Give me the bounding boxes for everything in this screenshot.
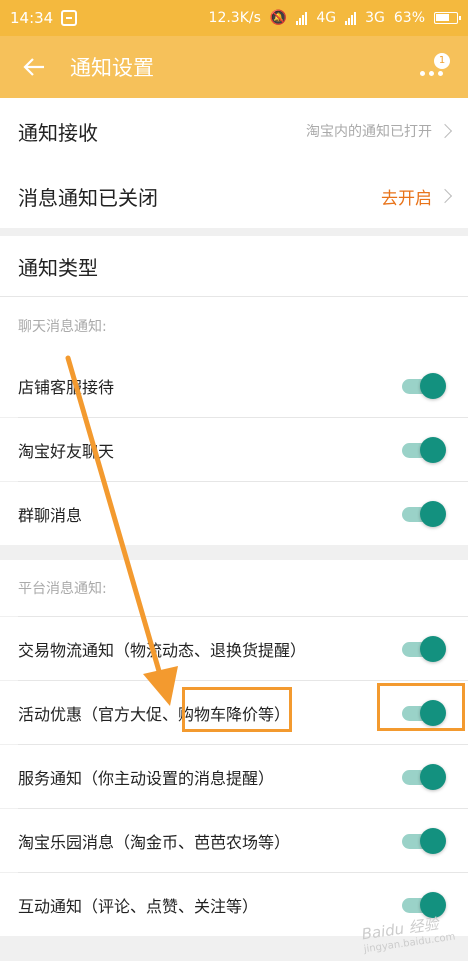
item-label: 淘宝乐园消息（淘金币、芭芭农场等） — [18, 832, 291, 852]
toggle-switch[interactable] — [402, 500, 446, 527]
list-item: 服务通知（你主动设置的消息提醒） — [0, 745, 468, 808]
more-menu-button[interactable]: 1 — [416, 49, 452, 85]
status-right: 12.3K/s 🔕 4G 3G 63% — [208, 10, 461, 26]
page-title: 通知设置 — [70, 56, 154, 80]
toggle-switch[interactable] — [402, 827, 446, 854]
list-item: 交易物流通知（物流动态、退换货提醒） — [0, 617, 468, 680]
back-arrow-icon[interactable] — [12, 45, 56, 89]
item-label: 群聊消息 — [18, 505, 83, 525]
network-speed: 12.3K/s — [208, 10, 261, 26]
item-label: 交易物流通知（物流动态、退换货提醒） — [18, 640, 307, 660]
toggle-thumb — [420, 699, 446, 726]
cell-signal-icon — [345, 11, 357, 25]
toggle-switch[interactable] — [402, 372, 446, 399]
more-dots-icon — [420, 71, 443, 76]
notification-badge: 1 — [434, 53, 450, 69]
notification-receive-row[interactable]: 通知接收 淘宝内的通知已打开 — [0, 98, 468, 164]
list-item: 活动优惠（官方大促、购物车降价等） — [0, 681, 468, 744]
battery-percent: 63% — [393, 10, 425, 26]
platform-section-title: 平台消息通知: — [18, 581, 107, 597]
toggle-thumb — [420, 372, 446, 399]
list-item: 淘宝乐园消息（淘金币、芭芭农场等） — [0, 809, 468, 872]
list-item: 群聊消息 — [0, 482, 468, 545]
toggle-thumb — [420, 763, 446, 790]
network-type-1: 4G — [316, 10, 337, 26]
chevron-right-icon — [437, 123, 453, 139]
bell-off-icon: 🔕 — [269, 10, 288, 26]
toggle-thumb — [420, 827, 446, 854]
status-bar: 14:34 12.3K/s 🔕 4G 3G 63% — [0, 0, 468, 36]
platform-section-header: 平台消息通知: — [0, 560, 468, 616]
item-label: 淘宝好友聊天 — [18, 441, 115, 461]
toggle-thumb — [420, 500, 446, 527]
item-label: 互动通知（评论、点赞、关注等） — [18, 896, 259, 916]
notification-types-header: 通知类型 — [0, 236, 468, 296]
message-closed-row[interactable]: 消息通知已关闭 去开启 — [0, 164, 468, 228]
notification-types-title: 通知类型 — [18, 255, 98, 280]
chat-section-header: 聊天消息通知: — [0, 296, 468, 354]
toggle-thumb — [420, 436, 446, 463]
battery-icon — [434, 12, 461, 24]
notification-receive-label: 通知接收 — [18, 120, 98, 145]
wifi-signal-icon — [296, 11, 308, 25]
item-label: 活动优惠（官方大促、购物车降价等） — [18, 704, 291, 724]
chevron-right-icon — [437, 188, 453, 204]
toggle-switch[interactable] — [402, 763, 446, 790]
item-label: 店铺客服接待 — [18, 377, 115, 397]
status-time: 14:34 — [10, 9, 54, 27]
item-label: 服务通知（你主动设置的消息提醒） — [18, 768, 275, 788]
chat-section-title: 聊天消息通知: — [18, 318, 107, 335]
toggle-switch[interactable] — [402, 699, 446, 726]
toggle-switch[interactable] — [402, 436, 446, 463]
toggle-switch[interactable] — [402, 635, 446, 662]
message-closed-label: 消息通知已关闭 — [18, 185, 158, 210]
enable-notifications-link[interactable]: 去开启 — [381, 184, 432, 209]
network-type-2: 3G — [365, 10, 385, 26]
notification-receive-value: 淘宝内的通知已打开 — [306, 124, 432, 140]
screenshot-icon — [61, 10, 78, 26]
toggle-thumb — [420, 635, 446, 662]
app-bar: 通知设置 1 — [0, 36, 468, 98]
list-item: 淘宝好友聊天 — [0, 418, 468, 481]
list-item: 店铺客服接待 — [0, 354, 468, 417]
